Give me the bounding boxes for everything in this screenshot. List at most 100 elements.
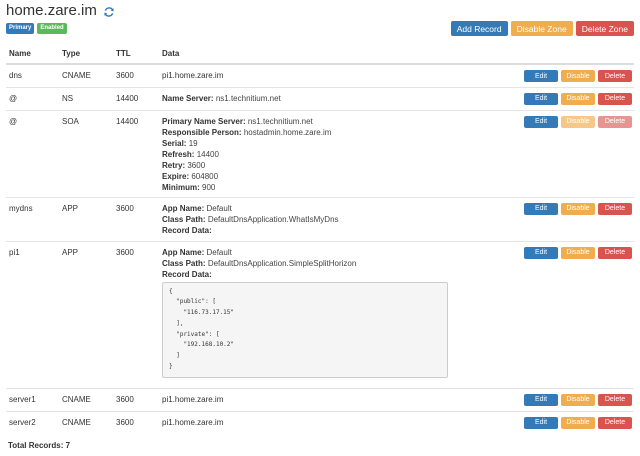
table-header-row: Name Type TTL Data — [6, 44, 634, 65]
retry-value: 3600 — [187, 160, 206, 170]
edit-button[interactable]: Edit — [524, 92, 558, 105]
table-row: server1 CNAME 3600 pi1.home.zare.im Edit… — [6, 387, 634, 411]
record-data-label: Record Data: — [162, 269, 212, 279]
record-data: App Name: Default Class Path: DefaultDns… — [160, 240, 516, 388]
expire-value: 604800 — [191, 171, 219, 181]
zone-badges: Primary Enabled — [6, 23, 67, 34]
refresh-icon[interactable] — [103, 5, 115, 17]
record-data-json: { "public": [ "116.73.17.15" ], "private… — [162, 281, 448, 378]
record-name: dns — [6, 63, 60, 87]
edit-button[interactable]: Edit — [524, 70, 558, 82]
edit-button[interactable]: Edit — [524, 202, 558, 215]
name-server-value: ns1.technitium.net — [215, 93, 281, 103]
expire-label: Expire: — [162, 171, 190, 181]
record-name: server2 — [6, 410, 60, 434]
record-name: server1 — [6, 387, 60, 411]
refresh-label: Refresh: — [162, 149, 195, 159]
table-row: pi1 APP 3600 App Name: Default Class Pat… — [6, 240, 634, 388]
enabled-badge: Enabled — [37, 23, 67, 34]
name-server-label: Name Server: — [162, 93, 214, 103]
disable-button[interactable]: Disable — [561, 416, 595, 429]
records-table: Name Type TTL Data dns CNAME 3600 pi1.ho… — [6, 44, 634, 434]
refresh-value: 14400 — [196, 149, 219, 159]
record-data: Name Server: ns1.technitium.net — [160, 86, 516, 110]
edit-button[interactable]: Edit — [524, 416, 558, 429]
disable-button[interactable]: Disable — [561, 70, 595, 82]
record-name: mydns — [6, 196, 60, 241]
app-name-label: App Name: — [162, 247, 205, 257]
responsible-person-value: hostadmin.home.zare.im — [243, 127, 332, 137]
class-path-value: DefaultDnsApplication.SimpleSplitHorizon — [207, 258, 357, 268]
zone-title-text: home.zare.im — [6, 2, 97, 19]
disable-button[interactable]: Disable — [561, 393, 595, 406]
delete-button[interactable]: Delete — [598, 246, 632, 259]
total-records: Total Records: 7 — [8, 441, 71, 450]
record-type: CNAME — [60, 410, 114, 434]
record-data-label: Record Data: — [162, 225, 212, 235]
disable-button: Disable — [561, 115, 595, 128]
header-type: Type — [60, 44, 114, 65]
primary-name-server-label: Primary Name Server: — [162, 116, 246, 126]
primary-name-server-value: ns1.technitium.net — [247, 116, 313, 126]
record-type: APP — [60, 240, 114, 388]
record-ttl: 3600 — [114, 196, 160, 241]
app-name-value: Default — [206, 247, 232, 257]
app-name-value: Default — [206, 203, 232, 213]
record-type: CNAME — [60, 63, 114, 87]
serial-value: 19 — [188, 138, 198, 148]
minimum-label: Minimum: — [162, 182, 200, 192]
edit-button[interactable]: Edit — [524, 115, 558, 128]
record-type: SOA — [60, 109, 114, 197]
record-name: @ — [6, 109, 60, 197]
disable-button[interactable]: Disable — [561, 202, 595, 215]
record-data: App Name: Default Class Path: DefaultDns… — [160, 196, 516, 241]
delete-button: Delete — [598, 115, 632, 128]
record-ttl: 3600 — [114, 63, 160, 87]
disable-zone-button[interactable]: Disable Zone — [510, 21, 573, 36]
record-ttl: 3600 — [114, 240, 160, 388]
disable-button[interactable]: Disable — [561, 246, 595, 259]
minimum-value: 900 — [202, 182, 216, 192]
delete-button[interactable]: Delete — [598, 416, 632, 429]
record-type: NS — [60, 86, 114, 110]
record-type: APP — [60, 196, 114, 241]
delete-zone-button[interactable]: Delete Zone — [575, 21, 634, 36]
serial-label: Serial: — [162, 138, 187, 148]
record-name: @ — [6, 86, 60, 110]
table-row: server2 CNAME 3600 pi1.home.zare.im Edit… — [6, 410, 634, 434]
table-row: dns CNAME 3600 pi1.home.zare.im Edit Dis… — [6, 63, 634, 87]
delete-button[interactable]: Delete — [598, 393, 632, 406]
responsible-person-label: Responsible Person: — [162, 127, 242, 137]
header-name: Name — [6, 44, 60, 65]
record-ttl: 3600 — [114, 410, 160, 434]
edit-button[interactable]: Edit — [524, 393, 558, 406]
add-record-button[interactable]: Add Record — [450, 21, 508, 36]
app-name-label: App Name: — [162, 203, 205, 213]
disable-button[interactable]: Disable — [561, 92, 595, 105]
zone-actions: Add Record Disable Zone Delete Zone — [450, 21, 634, 36]
record-ttl: 3600 — [114, 387, 160, 411]
record-type: CNAME — [60, 387, 114, 411]
record-name: pi1 — [6, 240, 60, 388]
record-data: pi1.home.zare.im — [160, 63, 516, 87]
record-data: pi1.home.zare.im — [160, 387, 516, 411]
header-actions — [516, 44, 634, 65]
class-path-label: Class Path: — [162, 258, 206, 268]
record-data: Primary Name Server: ns1.technitium.net … — [160, 109, 516, 197]
delete-button[interactable]: Delete — [598, 70, 632, 82]
edit-button[interactable]: Edit — [524, 246, 558, 259]
record-ttl: 14400 — [114, 86, 160, 110]
record-ttl: 14400 — [114, 109, 160, 197]
retry-label: Retry: — [162, 160, 186, 170]
table-row: mydns APP 3600 App Name: Default Class P… — [6, 196, 634, 241]
table-row: @ NS 14400 Name Server: ns1.technitium.n… — [6, 86, 634, 110]
table-row: @ SOA 14400 Primary Name Server: ns1.tec… — [6, 109, 634, 197]
primary-badge: Primary — [6, 23, 35, 34]
zone-title: home.zare.im — [6, 2, 115, 19]
header-ttl: TTL — [114, 44, 160, 65]
class-path-value: DefaultDnsApplication.WhatIsMyDns — [207, 214, 339, 224]
delete-button[interactable]: Delete — [598, 202, 632, 215]
header-data: Data — [160, 44, 516, 65]
class-path-label: Class Path: — [162, 214, 206, 224]
delete-button[interactable]: Delete — [598, 92, 632, 105]
